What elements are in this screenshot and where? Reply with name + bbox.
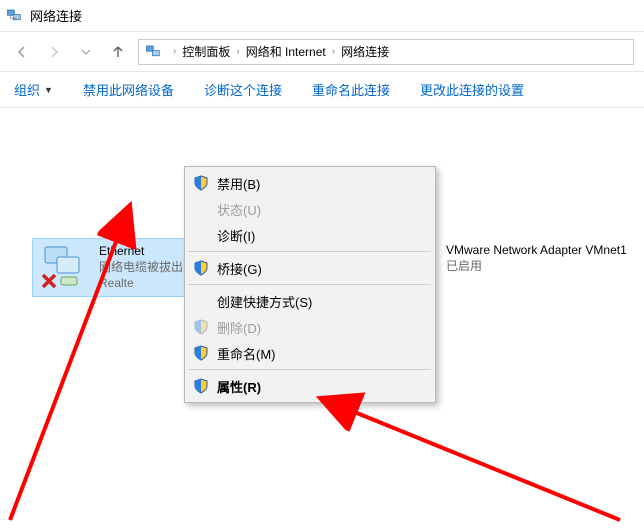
annotation-arrow [0,0,644,529]
